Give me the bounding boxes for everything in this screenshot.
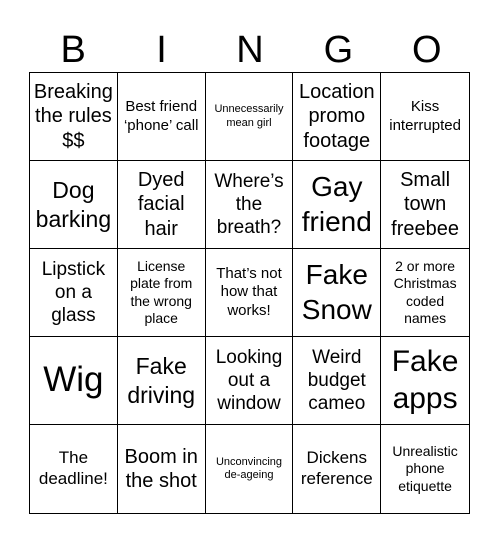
bingo-cell[interactable]: Best friend ‘phone’ call (117, 73, 206, 161)
bingo-cell[interactable]: Boom in the shot (118, 425, 206, 513)
bingo-cell[interactable]: The deadline! (30, 425, 118, 513)
bingo-cell[interactable]: Unconvincing de-ageing (206, 425, 294, 513)
bingo-cell[interactable]: Wig (30, 337, 118, 425)
bingo-cell[interactable]: Where’s the breath? (205, 161, 294, 249)
header-letter: O (411, 29, 442, 71)
bingo-cell[interactable]: Small town freebee (381, 161, 469, 249)
header-letter: N (236, 29, 264, 71)
bingo-header: B I N G O (29, 28, 471, 72)
bingo-cell[interactable]: Fake apps (381, 337, 469, 425)
bingo-cell[interactable]: Location promo footage (293, 73, 382, 161)
bingo-cell[interactable]: Kiss interrupted (381, 73, 469, 161)
bingo-cell[interactable]: Weird budget cameo (293, 337, 382, 425)
bingo-cell[interactable]: Gay friend (293, 161, 382, 249)
bingo-cell[interactable]: 2 or more Christmas coded names (381, 249, 469, 337)
bingo-cell[interactable]: Dickens reference (293, 425, 382, 513)
bingo-grid: Breaking the rules $$ Best friend ‘phone… (29, 72, 470, 514)
bingo-cell[interactable]: That’s not how that works! (205, 249, 294, 337)
bingo-cell[interactable]: Lipstick on a glass (30, 249, 118, 337)
header-letter: B (60, 29, 86, 71)
bingo-cell[interactable]: Fake Snow (293, 249, 382, 337)
bingo-cell[interactable]: Fake driving (117, 337, 206, 425)
bingo-cell[interactable]: Looking out a window (205, 337, 294, 425)
header-letter: G (323, 29, 354, 71)
bingo-cell[interactable]: Unrealistic phone etiquette (381, 425, 469, 513)
bingo-cell[interactable]: Unnecessarily mean girl (205, 73, 294, 161)
bingo-cell[interactable]: Dog barking (30, 161, 118, 249)
header-letter: I (156, 29, 167, 71)
bingo-cell[interactable]: License plate from the wrong place (117, 249, 206, 337)
bingo-cell[interactable]: Breaking the rules $$ (30, 73, 118, 161)
bingo-cell[interactable]: Dyed facial hair (117, 161, 206, 249)
